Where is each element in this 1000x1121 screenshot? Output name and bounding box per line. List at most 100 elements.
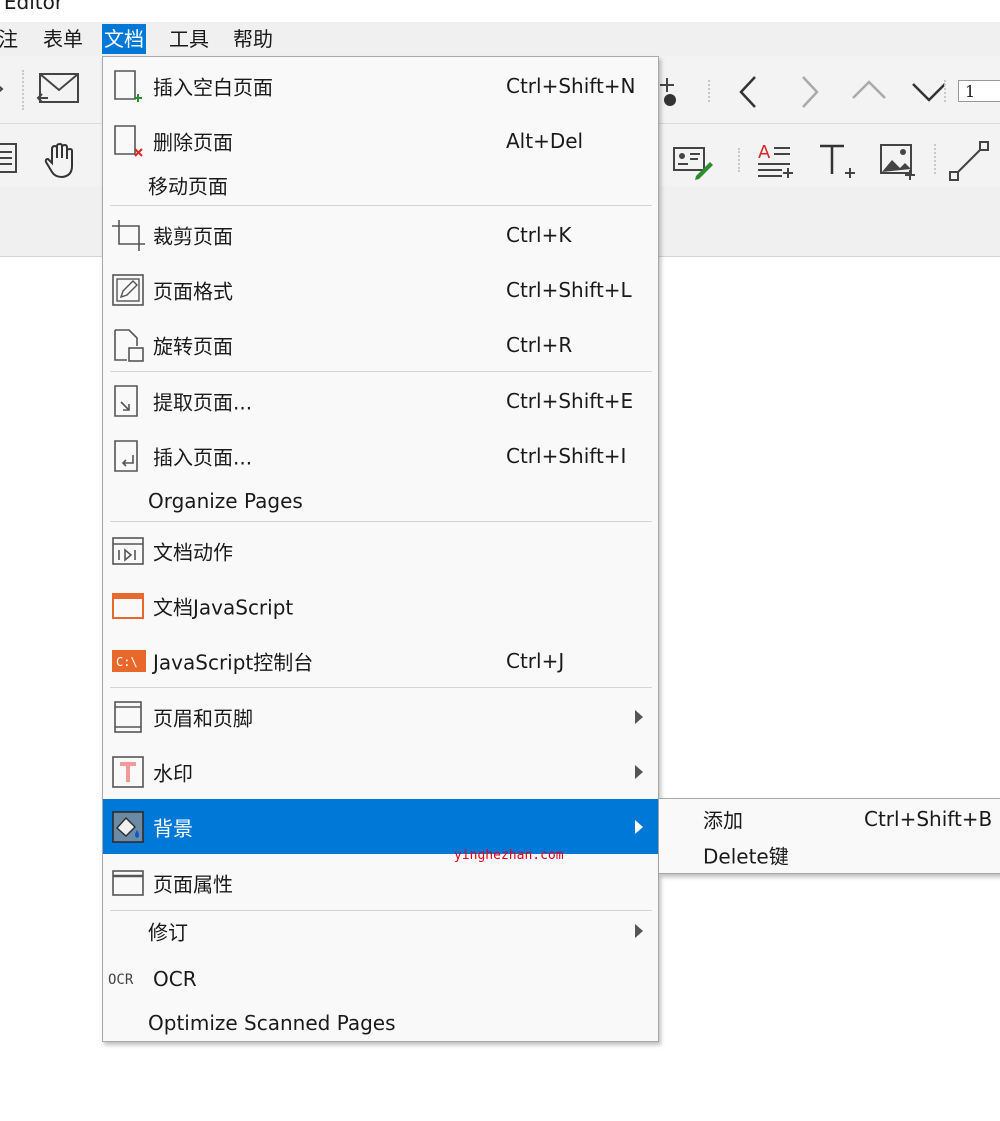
menu-item-shortcut: Ctrl+Shift+E (506, 388, 634, 413)
next-page-icon[interactable] (795, 74, 825, 110)
toolbar-separator (708, 80, 710, 102)
menu-item-label: 裁剪页面 (153, 224, 233, 248)
ocr-icon-text: OCR (108, 972, 134, 988)
rotate-page-icon (114, 328, 144, 362)
menu-item-shortcut: Alt+Del (506, 128, 584, 153)
title-bar: F Editor (0, 0, 1000, 22)
menu-item-move-page[interactable]: 移动页面 (103, 167, 658, 203)
menu-separator (110, 371, 652, 372)
header-footer-icon (114, 700, 142, 733)
ocr-icon: OCR (108, 972, 134, 988)
last-page-icon[interactable] (910, 76, 948, 106)
extract-page-icon (114, 384, 138, 417)
site-watermark: yinghezhan.com (454, 848, 564, 863)
add-point-icon[interactable] (658, 76, 682, 112)
menu-item-label: OCR (153, 967, 197, 991)
menu-item-label: 背景 (153, 816, 193, 840)
menu-item-label: 提取页面... (153, 390, 253, 414)
menu-item-watermark[interactable]: 水印 (103, 746, 658, 797)
line-tool-icon[interactable] (948, 140, 992, 184)
menu-item-extract-page[interactable]: 提取页面... Ctrl+Shift+E (103, 375, 658, 426)
menu-separator (110, 910, 652, 911)
add-text-icon[interactable] (818, 142, 858, 182)
watermark-icon (112, 755, 144, 788)
page-format-icon (112, 273, 144, 306)
menu-separator (110, 521, 652, 522)
submenu-item-delete-background[interactable]: Delete键 (659, 837, 1000, 873)
document-menu: 插入空白页面 Ctrl+Shift+N 删除页面 Alt+Del 移动页面 裁剪… (102, 56, 659, 1042)
console-icon-text: C:\ (116, 655, 138, 669)
submenu-arrow-icon (635, 819, 643, 834)
menu-help[interactable]: 帮助 (231, 24, 275, 54)
menu-item-label: 页面格式 (153, 279, 233, 303)
undo-icon[interactable] (0, 74, 10, 104)
menu-item-label: 文档动作 (153, 540, 233, 564)
page-number-input[interactable] (958, 80, 1000, 102)
submenu-arrow-icon (635, 764, 643, 779)
background-submenu: 添加 Ctrl+Shift+B Delete键 (659, 798, 1000, 874)
menu-item-insert-page[interactable]: 插入页面... Ctrl+Shift+I (103, 430, 658, 481)
menu-item-page-format[interactable]: 页面格式 Ctrl+Shift+L (103, 264, 658, 315)
menu-item-label: 移动页面 (148, 174, 228, 199)
crop-page-icon (112, 219, 145, 251)
submenu-item-shortcut: Ctrl+Shift+B (864, 807, 993, 831)
add-image-icon[interactable] (878, 142, 918, 182)
menu-item-optimize-scanned-pages[interactable]: Optimize Scanned Pages (103, 1005, 658, 1041)
menu-item-background[interactable]: 背景 (103, 799, 658, 854)
menu-item-shortcut: Ctrl+Shift+I (506, 443, 627, 468)
window-title: F Editor (0, 0, 64, 14)
delete-page-icon (114, 124, 143, 157)
menu-item-shortcut: Ctrl+Shift+L (506, 277, 632, 302)
menu-item-label: 插入页面... (153, 445, 253, 469)
toolbar-separator (22, 70, 24, 110)
menu-item-label: Organize Pages (148, 489, 303, 513)
menu-form[interactable]: 表单 (41, 24, 85, 54)
menu-item-document-javascript[interactable]: 文档JavaScript (103, 580, 658, 631)
menu-item-crop-page[interactable]: 裁剪页面 Ctrl+K (103, 209, 658, 260)
toolbar-separator (738, 148, 740, 172)
mail-icon[interactable] (36, 70, 82, 110)
menu-item-organize-pages[interactable]: Organize Pages (103, 483, 658, 519)
submenu-item-label: 添加 (703, 808, 743, 833)
menu-item-label: 删除页面 (153, 130, 233, 154)
menu-item-shortcut: Ctrl+J (506, 648, 565, 673)
submenu-item-add-background[interactable]: 添加 Ctrl+Shift+B (659, 801, 1000, 837)
menu-document[interactable]: 文档 (102, 24, 146, 54)
menu-item-label: 页面属性 (153, 872, 233, 896)
menu-annotate[interactable]: 注 (0, 24, 20, 54)
menu-item-header-footer[interactable]: 页眉和页脚 (103, 691, 658, 742)
menu-item-javascript-console[interactable]: C:\ JavaScript控制台 Ctrl+J (103, 635, 658, 686)
menu-item-ocr[interactable]: OCR OCR (103, 957, 658, 1001)
menu-separator (110, 205, 652, 206)
menu-item-page-properties[interactable]: 页面属性 (103, 857, 658, 908)
signature-icon[interactable] (672, 142, 714, 182)
javascript-console-icon: C:\ (112, 649, 146, 672)
menu-bar: 注 表单 文档 工具 帮助 (0, 22, 1000, 56)
menu-item-revision[interactable]: 修订 (103, 913, 658, 949)
menu-item-rotate-page[interactable]: 旋转页面 Ctrl+R (103, 319, 658, 370)
menu-item-delete-page[interactable]: 删除页面 Alt+Del (103, 115, 658, 166)
menu-item-label: 文档JavaScript (153, 595, 294, 619)
toolbar-separator (934, 144, 936, 174)
submenu-arrow-icon (635, 709, 643, 724)
add-text-field-icon[interactable]: A (756, 140, 796, 182)
menu-separator (110, 687, 652, 688)
document-actions-icon (112, 536, 144, 565)
first-page-icon[interactable] (850, 76, 888, 106)
menu-item-label: Optimize Scanned Pages (148, 1011, 396, 1035)
menu-item-shortcut: Ctrl+K (506, 222, 572, 247)
menu-item-label: 修订 (148, 920, 188, 945)
submenu-item-label: Delete键 (703, 844, 789, 869)
svg-text:A: A (758, 142, 771, 163)
previous-page-icon[interactable] (735, 74, 765, 110)
text-view-icon[interactable] (0, 142, 20, 174)
menu-item-shortcut: Ctrl+Shift+N (506, 73, 636, 98)
insert-blank-page-icon (114, 69, 142, 102)
menu-tools[interactable]: 工具 (167, 24, 211, 54)
toolbar-separator (944, 80, 946, 102)
hand-tool-icon[interactable] (42, 142, 82, 182)
menu-item-document-actions[interactable]: 文档动作 (103, 525, 658, 576)
menu-item-insert-blank-page[interactable]: 插入空白页面 Ctrl+Shift+N (103, 60, 658, 111)
submenu-arrow-icon (635, 924, 643, 938)
menu-item-label: 水印 (153, 761, 193, 785)
